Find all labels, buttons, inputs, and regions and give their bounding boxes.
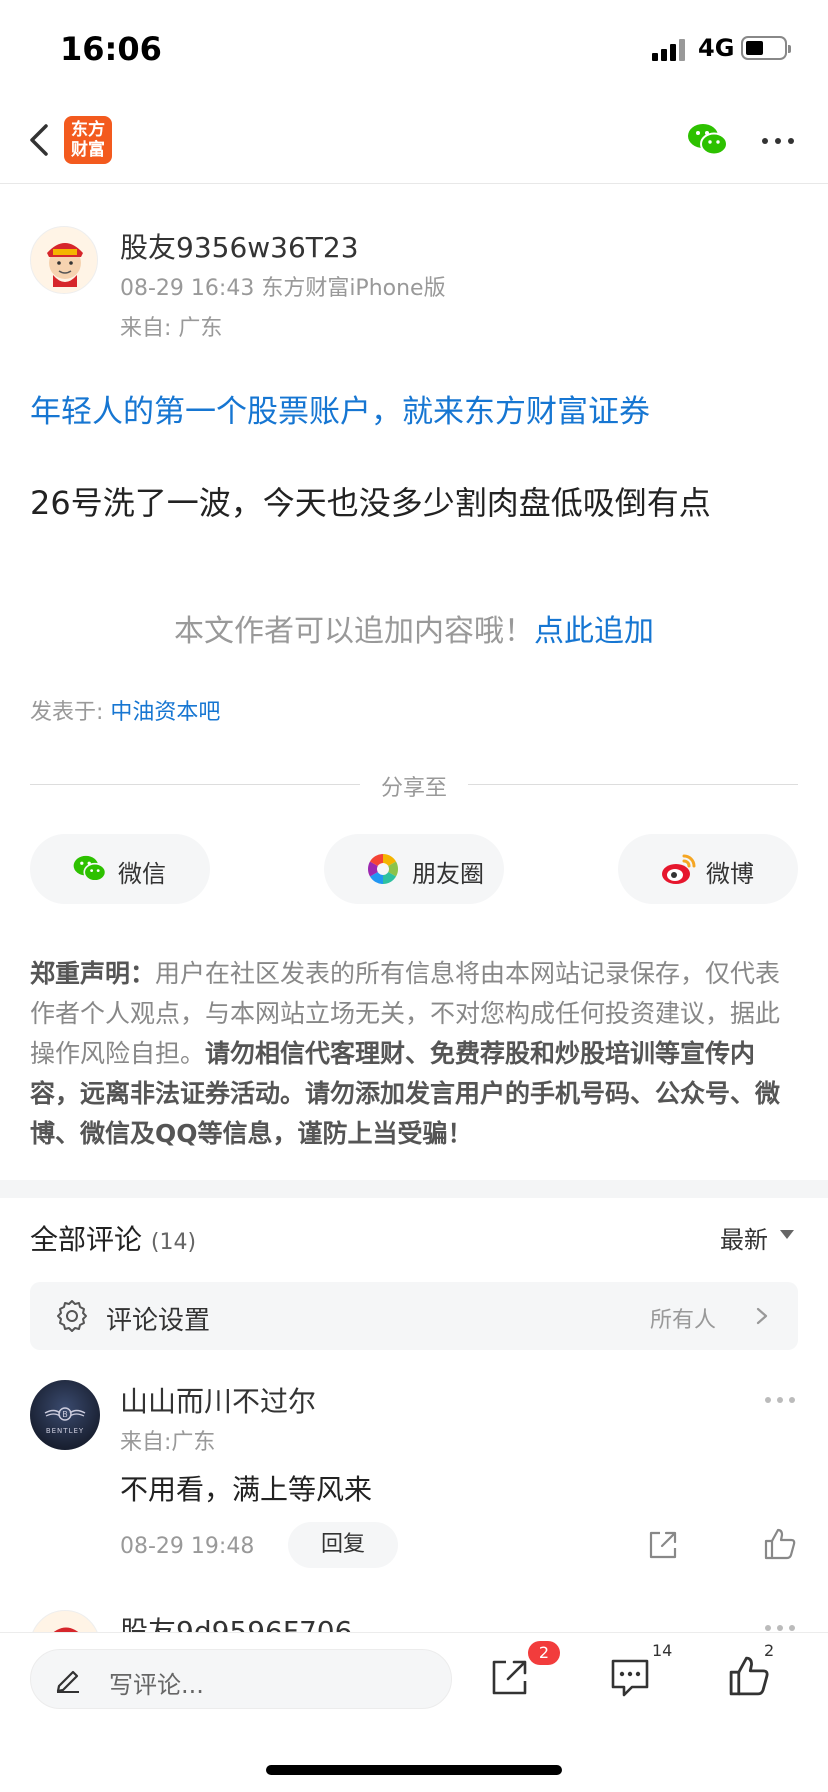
app-logo: 东方 财富 [64,116,112,164]
more-horizontal-icon[interactable] [758,120,798,160]
share-icon[interactable] [646,1528,680,1562]
share-moments-button[interactable]: 朋友圈 [324,834,504,904]
home-indicator [266,1765,562,1775]
logo-text-line1: 东方 [71,120,105,140]
sort-dropdown[interactable]: 最新 [720,1220,768,1255]
wechat-icon [72,852,108,886]
weibo-icon [660,852,696,886]
logo-text-line2: 财富 [71,140,105,160]
post-location: 来自: 广东 [120,316,223,341]
back-icon[interactable] [22,118,62,162]
share-wechat-button[interactable]: 微信 [30,834,210,904]
wechat-icon[interactable] [686,120,730,160]
comments-title-text: 全部评论 [30,1223,143,1256]
comment-icon[interactable] [608,1655,652,1699]
share-weibo-label: 微博 [706,860,754,888]
write-comment-input[interactable]: 写评论... [30,1649,452,1709]
like-count: 2 [764,1641,775,1660]
status-time: 16:06 [60,30,162,68]
share-moments-label: 朋友圈 [412,860,484,888]
comments-count: (14) [150,1230,197,1255]
author-avatar[interactable] [30,226,98,294]
comment-text: 不用看，满上等风来 [120,1473,373,1506]
append-prompt-text: 本文作者可以追加内容哦！ [174,614,534,649]
share-icon[interactable] [488,1655,532,1699]
status-bar: 16:06 4G [0,0,828,100]
comment-count: 14 [652,1641,673,1660]
stock-bar-link[interactable]: 中油资本吧 [110,700,220,725]
comment-settings-label: 评论设置 [106,1306,211,1336]
share-divider: 分享至 [30,770,798,801]
comments-title: 全部评论 (14) [30,1218,196,1258]
commenter-name[interactable]: 山山而川不过尔 [120,1380,316,1420]
gear-icon [54,1298,90,1334]
pen-icon [53,1664,83,1694]
append-link[interactable]: 点此追加 [534,614,654,649]
nav-bar: 东方 财富 [0,100,828,184]
append-prompt: 本文作者可以追加内容哦！点此追加 [0,606,828,650]
moments-icon [366,852,402,886]
svg-text:B: B [62,1410,68,1419]
commenter-location: 来自:广东 [120,1430,216,1455]
network-type: 4G [698,34,735,62]
chevron-right-icon [752,1304,772,1328]
disclaimer-title: 郑重声明： [30,959,156,988]
comment-settings-row[interactable]: 评论设置 所有人 [30,1282,798,1350]
posted-in-label: 发表于: [30,700,111,725]
share-weibo-button[interactable]: 微博 [618,834,798,904]
commenter-avatar[interactable]: B BENTLEY [30,1380,100,1450]
comment-settings-value: 所有人 [650,1308,717,1333]
thumbs-up-icon[interactable] [762,1526,798,1562]
comment-time: 08-29 19:48 [120,1534,255,1559]
author-name[interactable]: 股友9356w36T23 [120,226,359,266]
share-wechat-label: 微信 [118,860,166,888]
comment-more-icon[interactable] [762,1394,798,1406]
comment-placeholder: 写评论... [109,1671,204,1699]
signal-icon [652,37,688,61]
avatar-logo-text: BENTLEY [45,1427,85,1435]
share-label: 分享至 [380,776,447,801]
caret-down-icon[interactable] [780,1230,794,1239]
battery-icon [741,36,791,60]
post-meta: 08-29 16:43 东方财富iPhone版 [120,276,446,301]
reply-button[interactable]: 回复 [288,1522,398,1568]
posted-in: 发表于: 中油资本吧 [30,694,220,726]
bottom-action-bar: 写评论... 2 14 2 [0,1632,828,1792]
share-badge: 2 [528,1641,560,1665]
promo-link[interactable]: 年轻人的第一个股票账户，就来东方财富证券 [30,386,650,431]
post-body: 26号洗了一波，今天也没多少割肉盘低吸倒有点 [30,484,711,522]
disclaimer: 郑重声明：用户在社区发表的所有信息将由本网站记录保存，仅代表作者个人观点，与本网… [30,954,798,1154]
section-divider [0,1180,828,1198]
